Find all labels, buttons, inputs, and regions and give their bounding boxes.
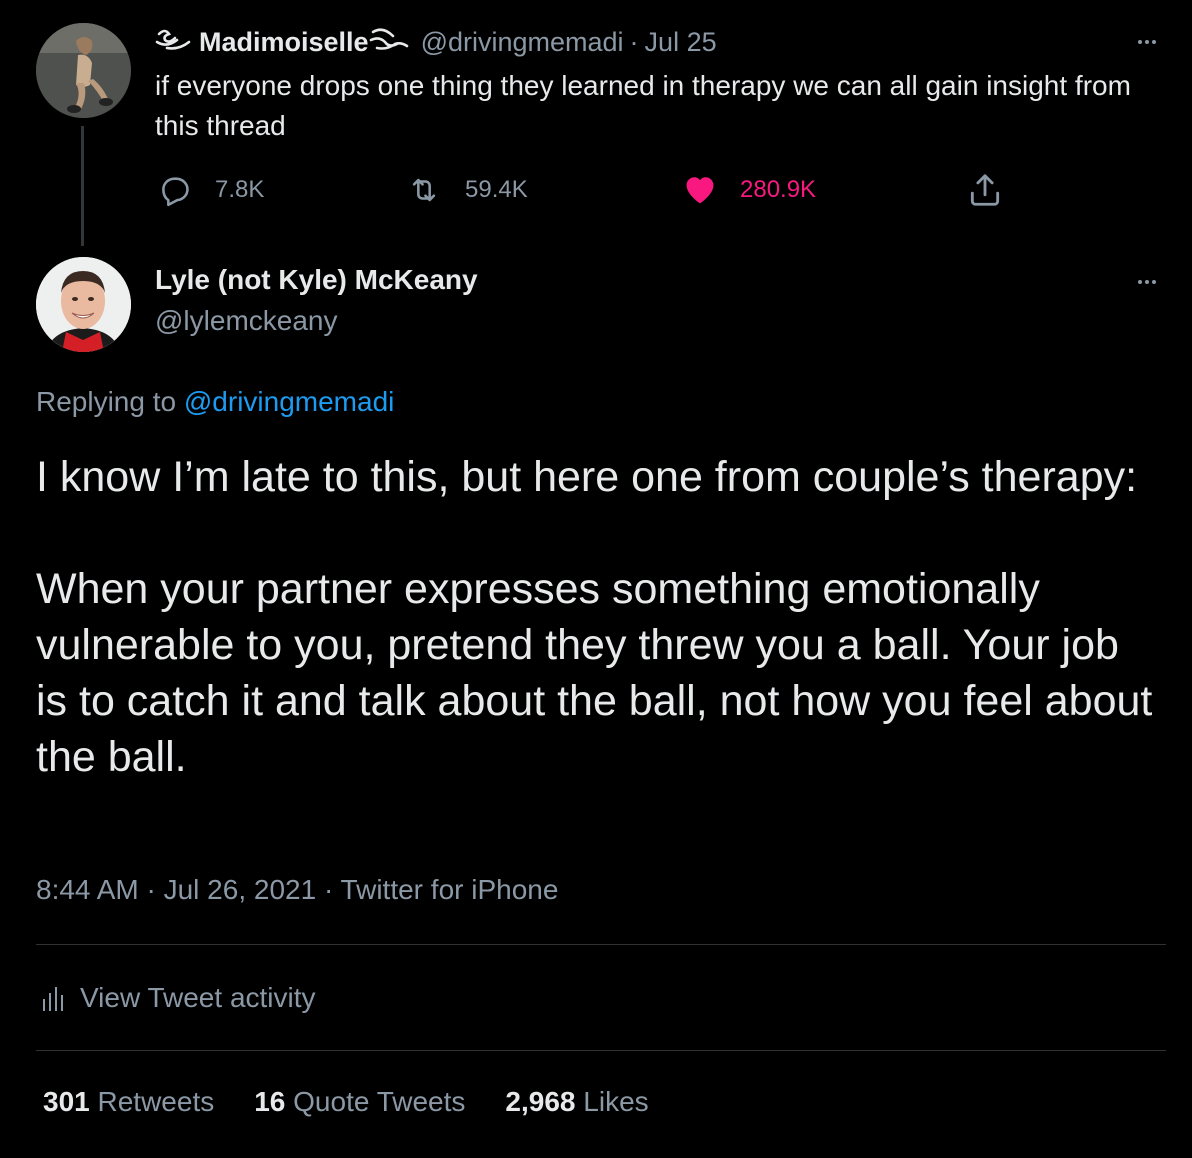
thread-connector-line xyxy=(81,126,84,246)
parent-more-button[interactable] xyxy=(1130,26,1164,58)
heart-icon xyxy=(686,177,714,204)
tweet-paragraph-2: When your partner expresses something em… xyxy=(36,565,1153,781)
author-avatar[interactable] xyxy=(36,257,131,352)
like-count: 280.9K xyxy=(740,176,817,203)
like-button[interactable]: 280.9K xyxy=(682,170,816,210)
main-more-button[interactable] xyxy=(1130,266,1164,298)
likes-count: 2,968 xyxy=(505,1086,576,1117)
retweet-count: 59.4K xyxy=(465,176,528,203)
replying-label: Replying to xyxy=(36,386,177,417)
reply-icon xyxy=(162,177,189,207)
reply-button[interactable]: 7.8K xyxy=(155,170,264,210)
retweet-button[interactable]: 59.4K xyxy=(405,170,528,210)
share-button[interactable] xyxy=(966,170,1004,210)
parent-tweet-header: Madimoiselle @drivingmemadi · Jul 25 xyxy=(155,26,717,58)
divider xyxy=(36,944,1166,945)
author-handle[interactable]: @lylemckeany xyxy=(155,305,337,337)
parent-avatar[interactable] xyxy=(36,23,131,118)
author-avatar-photo xyxy=(36,257,131,352)
retweets-label: Retweets xyxy=(97,1086,215,1117)
author-display-name[interactable]: Lyle (not Kyle) McKeany xyxy=(155,264,478,296)
parent-handle[interactable]: @drivingmemadi xyxy=(421,27,624,58)
retweets-stat[interactable]: 301 Retweets xyxy=(43,1086,214,1118)
parent-date[interactable]: Jul 25 xyxy=(645,27,717,58)
quote-tweets-label: Quote Tweets xyxy=(293,1086,466,1117)
tweet-stats: 301 Retweets 16 Quote Tweets 2,968 Likes xyxy=(43,1086,689,1118)
retweet-icon xyxy=(412,178,436,202)
parent-tweet-text: if everyone drops one thing they learned… xyxy=(155,70,1131,141)
retweets-count: 301 xyxy=(43,1086,90,1117)
view-tweet-activity-link[interactable]: View Tweet activity xyxy=(40,980,316,1016)
quote-tweets-count: 16 xyxy=(254,1086,286,1117)
replying-mention-link[interactable]: @drivingmemadi xyxy=(184,386,395,417)
replying-to: Replying to @drivingmemadi xyxy=(36,386,394,418)
name-ornament-right xyxy=(369,26,413,59)
quote-tweets-stat[interactable]: 16 Quote Tweets xyxy=(254,1086,465,1118)
share-icon xyxy=(970,174,1000,206)
parent-display-name-text: Madimoiselle xyxy=(199,26,369,57)
parent-avatar-photo xyxy=(36,23,131,118)
more-icon xyxy=(1130,26,1164,58)
likes-stat[interactable]: 2,968 Likes xyxy=(505,1086,648,1118)
analytics-icon xyxy=(43,987,63,1011)
divider xyxy=(36,1050,1166,1051)
name-ornament-left xyxy=(155,26,199,59)
likes-label: Likes xyxy=(583,1086,649,1117)
more-icon xyxy=(1130,266,1164,298)
parent-display-name[interactable]: Madimoiselle xyxy=(155,26,413,59)
tweet-paragraph-1: I know I’m late to this, but here one fr… xyxy=(36,453,1138,501)
view-tweet-activity-label: View Tweet activity xyxy=(80,982,316,1013)
tweet-timestamp-source[interactable]: 8:44 AM · Jul 26, 2021 · Twitter for iPh… xyxy=(36,874,558,906)
tweet-body: I know I’m late to this, but here one fr… xyxy=(36,449,1156,785)
reply-count: 7.8K xyxy=(215,176,265,203)
header-separator: · xyxy=(629,26,639,57)
